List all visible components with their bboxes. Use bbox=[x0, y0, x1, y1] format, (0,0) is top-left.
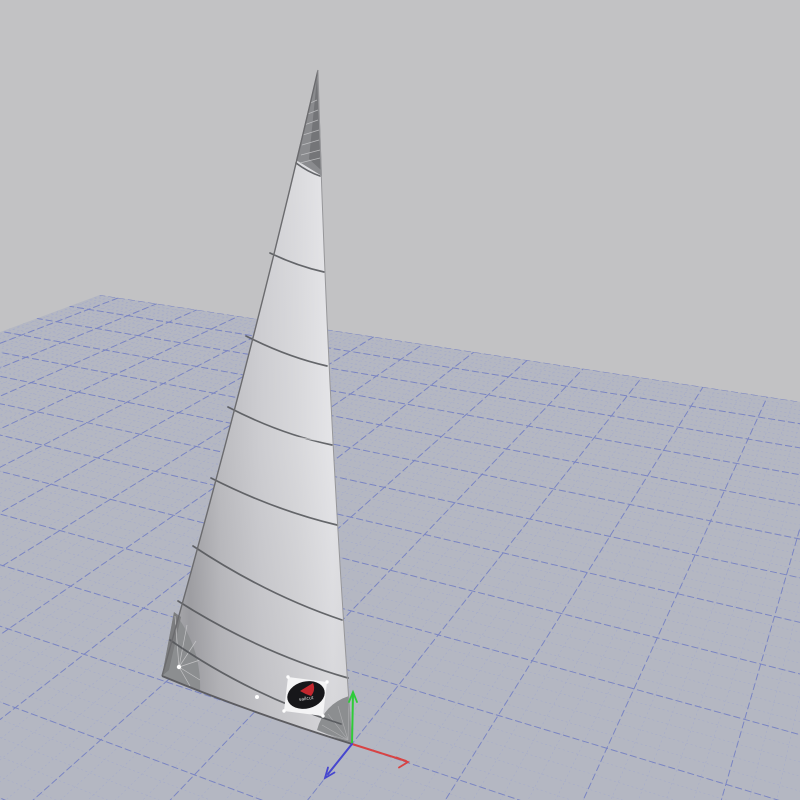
logo-corner-dot bbox=[321, 714, 324, 717]
tack-grommet bbox=[177, 665, 181, 669]
scene-svg: sailcut bbox=[0, 0, 800, 800]
foot-telltale bbox=[255, 695, 259, 699]
logo-corner-dot bbox=[325, 680, 328, 683]
sail-logo: sailcut bbox=[282, 675, 328, 717]
logo-corner-dot bbox=[286, 675, 289, 678]
3d-viewport[interactable]: sailcut bbox=[0, 0, 800, 800]
logo-corner-dot bbox=[282, 709, 285, 712]
